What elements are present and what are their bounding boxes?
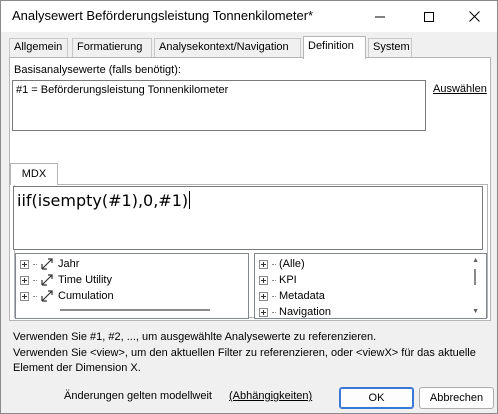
vertical-scrollbar[interactable]	[474, 269, 476, 285]
tree-item-label: (Alle)	[279, 258, 305, 270]
expand-icon[interactable]	[259, 307, 268, 317]
tree-item[interactable]: Jahr	[20, 256, 79, 272]
tree-item[interactable]: Time Utility	[20, 272, 112, 288]
tree-connector	[272, 263, 276, 265]
title-bar: Analysewert Beförderungsleistung Tonnenk…	[1, 1, 497, 32]
maximize-icon	[424, 11, 434, 22]
tree-item-label: Jahr	[58, 258, 80, 270]
tree-item[interactable]: Metadata	[259, 288, 325, 304]
tree-connector	[33, 295, 37, 297]
horizontal-scrollbar[interactable]	[60, 309, 210, 311]
tree-item[interactable]: KPI	[259, 272, 297, 288]
tree-item-label: KPI	[279, 274, 297, 286]
tab-analysekontext[interactable]: Analysekontext/Navigation	[154, 38, 301, 57]
footer-bar: Änderungen gelten modellweit (Abhängigke…	[1, 383, 497, 413]
expand-icon[interactable]	[259, 291, 268, 301]
tree-item-label: Metadata	[279, 290, 325, 302]
expand-icon[interactable]	[20, 259, 29, 269]
expand-icon[interactable]	[20, 275, 29, 285]
dimension-icon	[41, 274, 53, 286]
tree-connector	[272, 311, 276, 313]
mdx-expression-line: iif(isempty(#1),0,#1)	[17, 191, 191, 210]
mdx-tab[interactable]: MDX	[10, 163, 58, 185]
tree-item-label: Navigation	[279, 306, 331, 318]
tree-item[interactable]: Navigation	[259, 304, 331, 318]
base-values-textbox[interactable]: #1 = Beförderungsleistung Tonnenkilomete…	[12, 80, 426, 131]
expand-icon[interactable]	[20, 291, 29, 301]
maximize-button[interactable]	[406, 1, 452, 32]
model-note: Änderungen gelten modellweit	[64, 390, 212, 402]
scroll-up-icon[interactable]: ▲	[472, 257, 479, 264]
minimize-button[interactable]	[357, 1, 403, 32]
tab-allgemein[interactable]: Allgemein	[9, 38, 68, 57]
scroll-down-icon[interactable]: ▼	[472, 308, 479, 315]
expand-icon[interactable]	[259, 259, 268, 269]
dimension-icon	[41, 290, 53, 302]
tree-item[interactable]: (Alle)	[259, 256, 305, 272]
function-tree[interactable]: (Alle) KPI Metadata Navigation ▲ ▼	[254, 253, 487, 319]
minimize-icon	[375, 16, 385, 17]
text-caret	[189, 191, 191, 209]
tree-item-label: Cumulation	[58, 290, 114, 302]
tree-item-label: Time Utility	[58, 274, 112, 286]
dependencies-link[interactable]: (Abhängigkeiten)	[229, 390, 312, 402]
mdx-expression: iif(isempty(#1),0,#1)	[17, 191, 189, 210]
tree-connector	[33, 279, 37, 281]
tree-connector	[33, 263, 37, 265]
info-line-2: Verwenden Sie <view>, um den aktuellen F…	[13, 347, 476, 359]
tab-strip: Allgemein Formatierung Analysekontext/Na…	[9, 36, 489, 59]
select-link[interactable]: Auswählen	[433, 83, 487, 95]
close-button[interactable]	[451, 1, 497, 32]
tree-item[interactable]: Cumulation	[20, 288, 114, 304]
tree-connector	[272, 279, 276, 281]
tab-formatierung[interactable]: Formatierung	[72, 38, 152, 57]
close-icon	[468, 11, 480, 22]
base-values-label: Basisanalysewerte (falls benötigt):	[14, 64, 181, 76]
info-line-3: Element der Dimension X.	[13, 362, 141, 374]
expand-icon[interactable]	[259, 275, 268, 285]
dimension-tree[interactable]: Jahr Time Utility Cumulation	[15, 253, 249, 319]
base-value-text: #1 = Beförderungsleistung Tonnenkilomete…	[16, 84, 229, 96]
tree-connector	[272, 295, 276, 297]
mdx-editor[interactable]: iif(isempty(#1),0,#1)	[13, 186, 483, 250]
window-title: Analysewert Beförderungsleistung Tonnenk…	[12, 8, 314, 23]
ok-button[interactable]: OK	[339, 387, 414, 409]
info-line-1: Verwenden Sie #1, #2, ..., um ausgewählt…	[13, 331, 377, 343]
tab-system[interactable]: System	[368, 38, 412, 57]
cancel-button[interactable]: Abbrechen	[419, 387, 494, 409]
tab-definition[interactable]: Definition	[303, 36, 366, 59]
dialog-window: Analysewert Beförderungsleistung Tonnenk…	[0, 0, 498, 414]
dimension-icon	[41, 258, 53, 270]
